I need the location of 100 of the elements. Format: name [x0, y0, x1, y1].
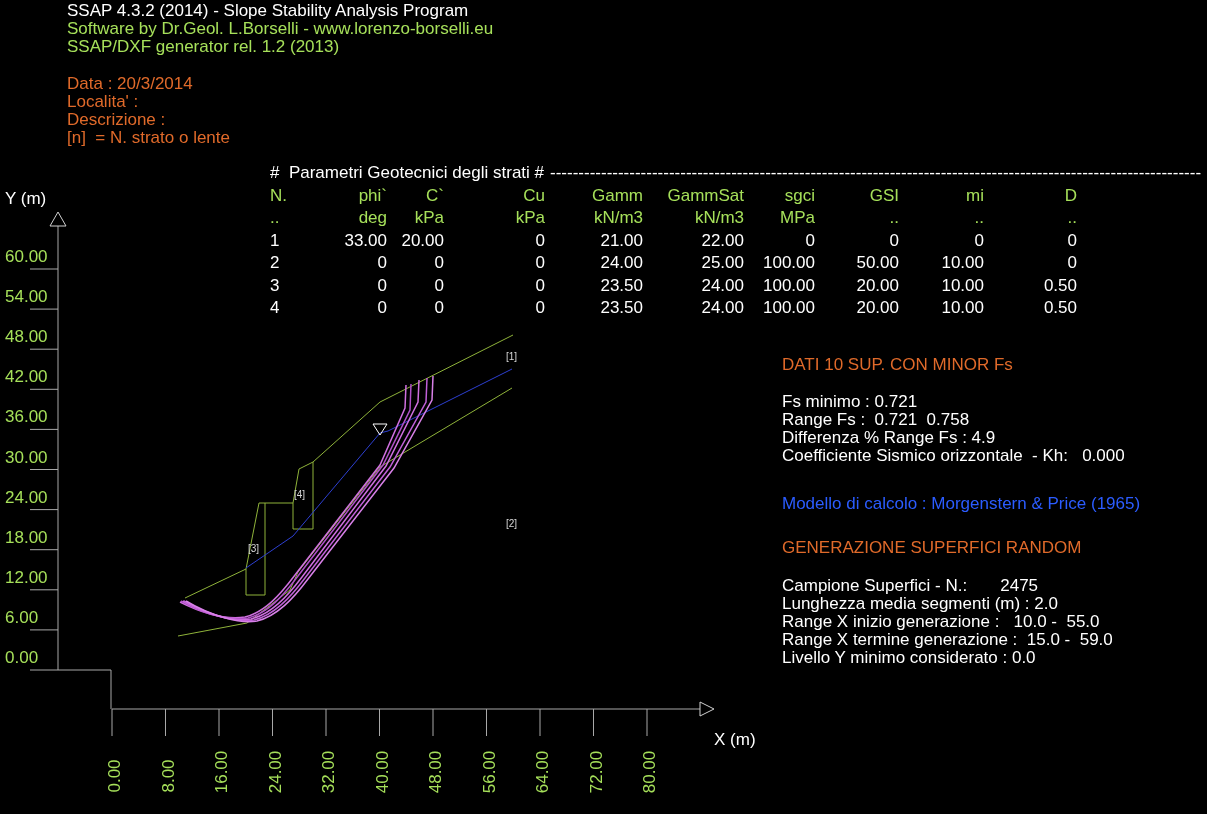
layer-label: [1]	[506, 351, 518, 363]
table-cell-text: 100.00	[762, 297, 815, 319]
table-cell-text: 33.00	[343, 229, 387, 252]
x-tick-label: 56.00	[480, 750, 499, 794]
generation-line: Lunghezza media segmenti (m) : 2.0	[782, 595, 1059, 613]
project-info-text: Data : 20/3/2014	[67, 75, 194, 93]
column-unit: kN/m3	[592, 207, 643, 229]
table-cell-text: 0	[433, 297, 444, 319]
table-cell-text: 3	[270, 274, 281, 297]
table-cell-text: 0	[433, 274, 444, 297]
table-cell-text: 0	[1066, 252, 1077, 274]
column-unit: kPa	[514, 207, 545, 229]
y-tick-label: 54.00	[5, 288, 48, 307]
x-tick-label: 24.00	[266, 750, 285, 794]
table-cell-text: 24.00	[700, 297, 744, 319]
table-cell-text: 100.00	[762, 252, 815, 274]
table-cell-text: 0	[376, 252, 387, 274]
y-tick-label: 42.00	[5, 368, 48, 387]
layer-label: [2]	[506, 518, 518, 530]
x-tick-label: 48.00	[427, 750, 446, 794]
column-header: D	[1063, 184, 1077, 207]
table-cell-text: 0.50	[1042, 297, 1077, 319]
y-tick-label: 48.00	[5, 328, 48, 347]
table-cell-text: 25.00	[700, 252, 744, 274]
x-tick-label: 72.00	[587, 750, 606, 794]
table-cell-text: 0	[534, 297, 545, 319]
column-unit: ..	[888, 207, 899, 229]
table-cell-text: 10.00	[940, 274, 984, 297]
table-cell-text: 20.00	[400, 229, 444, 252]
generation-line: Livello Y minimo considerato : 0.0	[782, 649, 1037, 667]
table-cell-text: 0	[888, 229, 899, 252]
table-cell-text: 24.00	[599, 252, 643, 274]
table-cell-text: 0	[1066, 229, 1077, 252]
project-info-text: Descrizione :	[67, 111, 167, 129]
column-header: phi`	[357, 184, 387, 207]
table-cell-text: 4	[270, 297, 281, 319]
column-unit: ..	[1066, 207, 1077, 229]
column-header: Cu	[522, 184, 545, 207]
generator-text: SSAP/DXF generator rel. 1.2 (2013)	[67, 38, 341, 56]
y-tick-label: 6.00	[5, 608, 39, 627]
result-line: Fs minimo : 0.721	[782, 393, 919, 411]
y-tick-label: 24.00	[5, 488, 48, 507]
program-title: SSAP 4.3.2 (2014) - Slope Stability Analysis Program	[67, 2, 470, 20]
column-header: C`	[425, 184, 444, 207]
table-cell-text: 2	[270, 252, 281, 274]
credits-text: Software by Dr.Geol. L.Borselli - www.lorenzo-borselli.eu	[67, 20, 494, 38]
table-cell-text: 20.00	[855, 274, 899, 297]
generation-line: Range X termine generazione : 15.0 - 59.0	[782, 631, 1114, 649]
y-tick-label: 30.00	[5, 448, 48, 467]
column-unit: ..	[973, 207, 984, 229]
dashed-rule-text: -------------------------------------------------------------------------------------------------------------------	[550, 162, 1202, 184]
table-cell-text: 50.00	[855, 252, 899, 274]
table-cell-text: 24.00	[700, 274, 744, 297]
table-cell-text: 23.50	[599, 297, 643, 319]
y-axis-label: Y (m)	[5, 190, 47, 208]
table-cell-text: 1	[270, 229, 281, 252]
column-unit: kN/m3	[693, 207, 744, 229]
x-tick-label: 40.00	[373, 750, 392, 794]
x-tick-label: 8.00	[159, 759, 178, 793]
column-unit: deg	[357, 207, 387, 229]
layer-label: [3]	[248, 543, 260, 555]
project-info-text: [n] = N. strato o lente	[67, 129, 231, 147]
table-cell-text: 0	[376, 297, 387, 319]
y-tick-label: 0.00	[5, 649, 39, 667]
result-line: Differenza % Range Fs : 4.9	[782, 429, 997, 447]
column-header: Gamm	[591, 184, 643, 207]
table-cell-text: 22.00	[700, 229, 744, 252]
x-tick-label: 64.00	[534, 750, 553, 794]
y-tick-label: 36.00	[5, 408, 48, 427]
x-axis-label: X (m)	[714, 731, 756, 749]
column-header: GSI	[868, 184, 899, 207]
layer-label: [4]	[294, 489, 306, 501]
table-cell-text: 23.50	[599, 274, 643, 297]
table-title: # Parametri Geotecnici degli strati #	[270, 162, 544, 184]
generation-line: Campione Superfici - N.: 2475	[782, 577, 1040, 595]
table-cell-text: 0	[534, 252, 545, 274]
results-heading: DATI 10 SUP. CON MINOR Fs	[782, 356, 1014, 374]
column-header: N.	[270, 184, 288, 207]
x-tick-label: 80.00	[641, 750, 660, 794]
generation-line: Range X inizio generazione : 10.0 - 55.0	[782, 613, 1101, 631]
result-line: Range Fs : 0.721 0.758	[782, 411, 971, 429]
table-cell-text: 10.00	[940, 252, 984, 274]
column-header: sgci	[783, 184, 815, 207]
x-tick-label: 0.00	[105, 759, 124, 793]
table-cell-text: 0	[804, 229, 815, 252]
generation-heading: GENERAZIONE SUPERFICI RANDOM	[782, 539, 1083, 557]
column-unit: MPa	[779, 207, 815, 229]
y-tick-label: 60.00	[5, 248, 48, 266]
table-cell-text: 0	[433, 252, 444, 274]
table-cell-text: 0	[534, 274, 545, 297]
table-cell-text: 0	[534, 229, 545, 252]
table-cell-text: 0	[973, 229, 984, 252]
result-line: Coefficiente Sismico orizzontale - Kh: 0.000	[782, 447, 1126, 465]
table-cell-text: 20.00	[855, 297, 899, 319]
y-tick-label: 12.00	[5, 568, 48, 587]
table-cell-text: 0	[376, 274, 387, 297]
project-info-text: Localita' :	[67, 93, 140, 111]
table-cell-text: 100.00	[762, 274, 815, 297]
column-header: mi	[965, 184, 984, 207]
table-cell-text: 0.50	[1042, 274, 1077, 297]
